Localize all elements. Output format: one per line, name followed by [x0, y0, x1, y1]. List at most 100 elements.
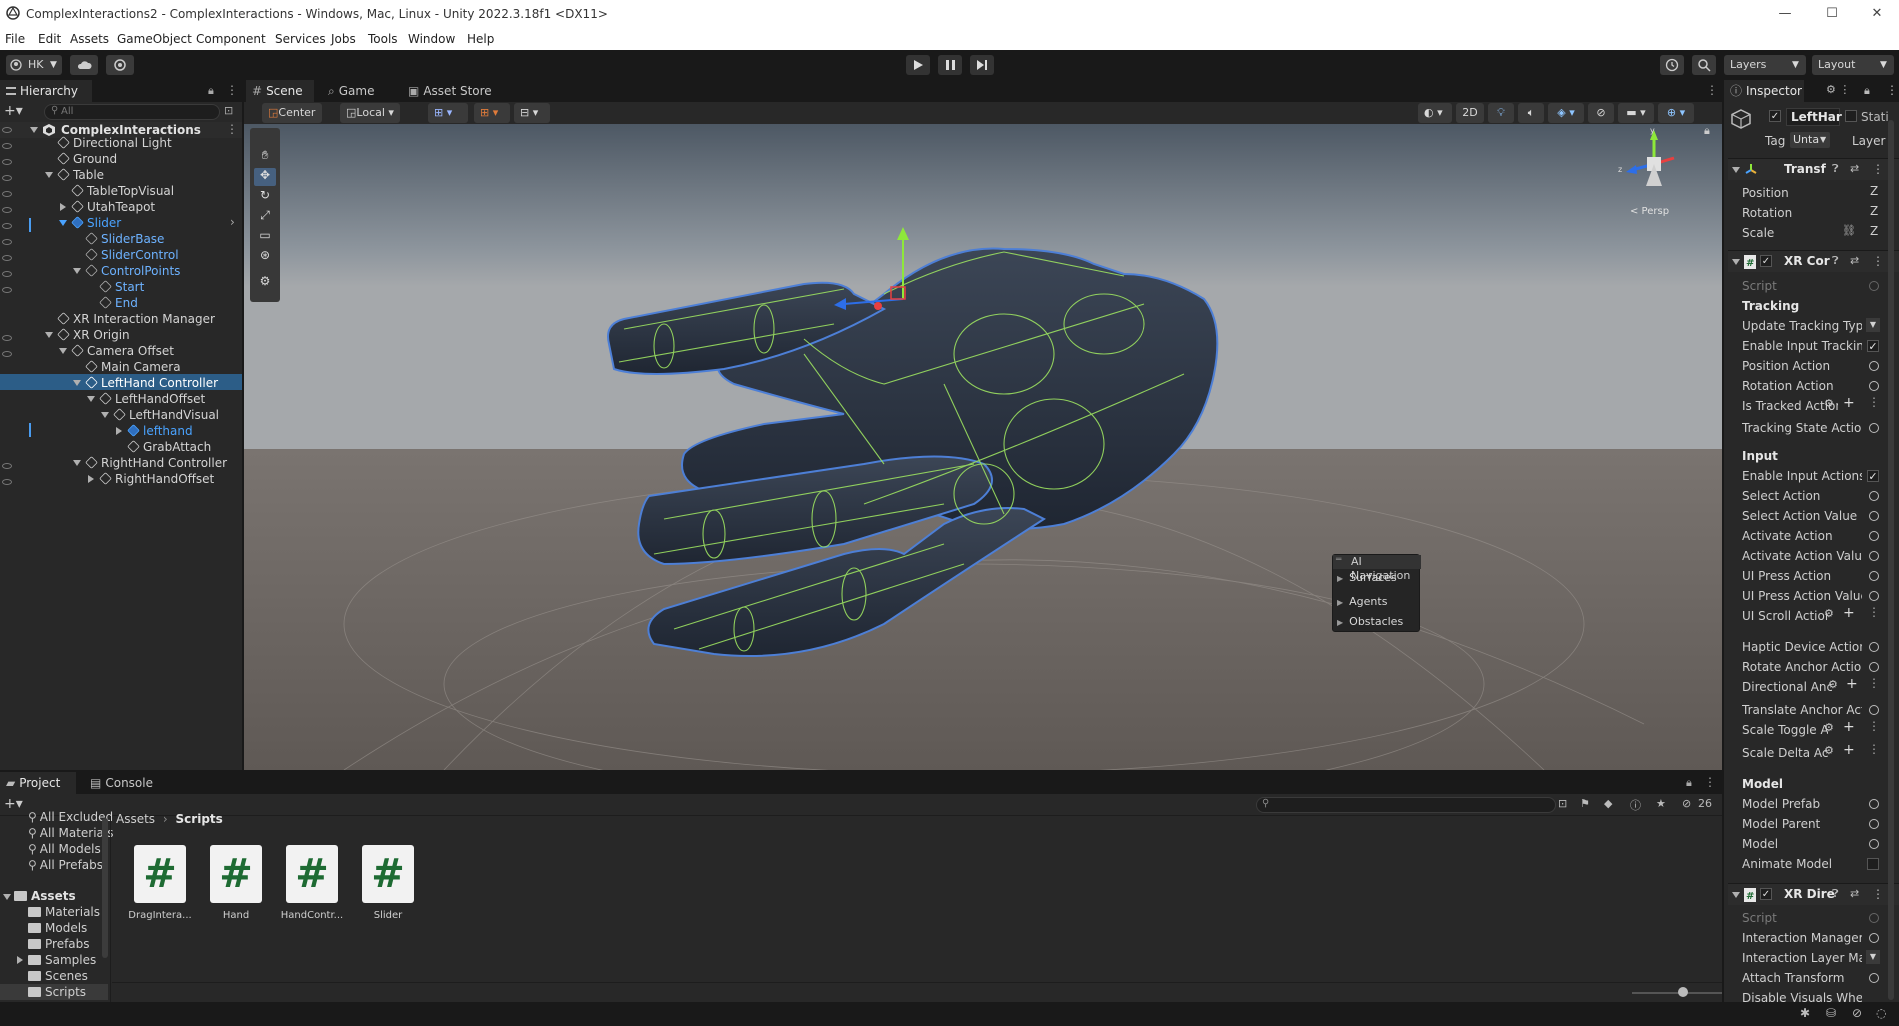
expand-arrow-icon[interactable] [101, 412, 109, 418]
maximize-button[interactable]: ☐ [1812, 2, 1852, 26]
folder-item[interactable]: Scenes [28, 968, 88, 984]
menu-help[interactable]: Help [467, 32, 494, 46]
visibility-eye-icon[interactable] [2, 175, 12, 181]
play-button[interactable] [906, 55, 930, 75]
grid-snap-button[interactable]: ⊞ ▾ [428, 103, 468, 123]
filter-icon[interactable]: ⊡ [224, 104, 233, 117]
audio-toggle[interactable]: 🔈︎ [1518, 103, 1544, 123]
expand-arrow-icon[interactable] [87, 396, 95, 402]
menu-component[interactable]: Component [196, 32, 266, 46]
rotate-tool-icon[interactable]: ↻ [254, 188, 276, 206]
menu-window[interactable]: Window [408, 32, 455, 46]
object-picker-icon[interactable] [1869, 819, 1879, 829]
hierarchy-item[interactable]: XR Origin [57, 327, 130, 343]
menu-edit[interactable]: Edit [38, 32, 61, 46]
info-icon[interactable]: ⓘ [1630, 797, 1641, 813]
menu-gameobject[interactable]: GameObject [117, 32, 192, 46]
object-picker-icon[interactable] [1869, 491, 1879, 501]
object-picker-icon[interactable] [1869, 591, 1879, 601]
script-file-icon[interactable]: # [134, 845, 186, 903]
hierarchy-item[interactable]: ControlPoints [85, 263, 180, 279]
settings-icon[interactable]: ⚙︎ [1828, 678, 1838, 691]
layers-dropdown[interactable]: Layers ▼ [1724, 55, 1806, 75]
more-options-icon[interactable]: ⋮ [1706, 83, 1718, 97]
breadcrumb-item[interactable]: Assets [116, 812, 155, 826]
expand-arrow-icon[interactable] [30, 127, 38, 133]
object-picker-icon[interactable] [1869, 662, 1879, 672]
script-file-icon[interactable]: # [210, 845, 262, 903]
rotation-z-label[interactable]: Z [1870, 204, 1878, 218]
rect-tool-icon[interactable]: ▭ [254, 228, 276, 246]
ai-navigation-item[interactable]: ▶ Surfaces [1337, 571, 1397, 584]
increment-snap-button[interactable]: ⊞ ▾ [474, 103, 510, 123]
visibility-eye-icon[interactable] [2, 143, 12, 149]
camera-dropdown[interactable]: ▬ ▾ [1618, 103, 1654, 123]
pivot-dropdown[interactable]: ◲Center ▾ [262, 103, 322, 139]
folder-item[interactable]: Prefabs [28, 936, 90, 952]
add-icon[interactable]: + [1843, 395, 1855, 411]
progress-icon[interactable]: ◌ [1876, 1006, 1886, 1020]
project-search-input[interactable]: ⚲ [1256, 797, 1556, 813]
xr-controller-header[interactable]: # ✓ XR Cor ❓︎ ⇄ ⋮ [1728, 250, 1899, 272]
gizmos-dropdown[interactable]: ⊕ ▾ [1658, 103, 1694, 123]
hierarchy-item-selected[interactable]: LeftHand Controller [85, 375, 218, 391]
hierarchy-item[interactable]: Table [57, 167, 104, 183]
object-picker-icon[interactable] [1869, 531, 1879, 541]
debug-icon[interactable]: ✱ [1800, 1006, 1810, 1020]
scene-viewport[interactable]: ✋︎ ✥ ↻ ⤢ ▭ ⊛ ⚙︎ y z < Persp 🔒︎ ═ AI Navi… [244, 124, 1722, 770]
ai-navigation-header[interactable]: ═ AI Navigation [1333, 555, 1421, 582]
visibility-eye-icon[interactable] [2, 351, 12, 357]
lock-icon[interactable]: 🔒︎ [1704, 124, 1710, 138]
favorite-search-item[interactable]: ⚲ All Materials [28, 825, 114, 841]
ruler-button[interactable]: ⊟ ▾ [514, 103, 550, 123]
toggle-2d-button[interactable]: 2D [1456, 103, 1484, 123]
collapsed-arrow-icon[interactable] [17, 956, 23, 964]
more-options-icon[interactable]: ⋮ [1868, 395, 1880, 409]
more-options-icon[interactable]: ⋮ [1868, 676, 1880, 690]
lighting-toggle[interactable]: 💡︎ [1488, 103, 1514, 123]
favorite-search-item[interactable]: ⚲ All Prefabs [28, 857, 103, 873]
tag-icon[interactable]: ◆ [1604, 797, 1612, 810]
hierarchy-item[interactable]: SliderControl [85, 247, 179, 263]
favorite-search-item[interactable]: ⚲ All Models [28, 841, 101, 857]
component-enabled-checkbox[interactable]: ✓ [1760, 255, 1772, 267]
lock-icon[interactable]: 🔒︎ [208, 84, 214, 98]
static-checkbox[interactable] [1845, 110, 1857, 122]
animate-model-checkbox[interactable] [1867, 858, 1879, 870]
space-dropdown[interactable]: ◲Local ▾ [340, 103, 400, 123]
menu-assets[interactable]: Assets [70, 32, 109, 46]
visibility-eye-icon[interactable] [2, 207, 12, 213]
more-options-icon[interactable]: ⋮ [226, 122, 238, 136]
position-z-label[interactable]: Z [1870, 184, 1878, 198]
hierarchy-item-prefab[interactable]: lefthand [127, 423, 193, 439]
visibility-eye-icon[interactable] [2, 271, 12, 277]
tab-console[interactable]: ▤ Console [84, 772, 158, 794]
zoom-slider-track[interactable] [1632, 992, 1722, 994]
folder-item-selected[interactable]: Scripts [28, 984, 86, 1000]
help-icon[interactable]: ❓︎ [1832, 254, 1839, 268]
hierarchy-item-prefab[interactable]: Slider [71, 215, 121, 231]
tab-hierarchy[interactable]: Hierarchy [0, 80, 92, 102]
scale-z-label[interactable]: Z [1870, 224, 1878, 238]
ai-navigation-item[interactable]: ▶ Agents [1337, 595, 1387, 608]
hierarchy-item[interactable]: RightHandOffset [99, 471, 214, 487]
visibility-eye-icon[interactable] [2, 463, 12, 469]
shading-dropdown[interactable]: ◐ ▾ [1418, 103, 1452, 123]
expand-arrow-icon[interactable] [1732, 167, 1740, 173]
more-options-icon[interactable]: ⋮ [226, 83, 238, 97]
hierarchy-item[interactable]: TableTopVisual [71, 183, 174, 199]
favorite-star-icon[interactable]: ★ [1656, 797, 1666, 810]
expand-arrow-icon[interactable] [45, 332, 53, 338]
hierarchy-item[interactable]: XR Interaction Manager [57, 311, 215, 327]
lock-icon[interactable]: 🔒︎ [1686, 776, 1692, 790]
help-icon[interactable]: ❓︎ [1832, 887, 1839, 901]
object-name-field[interactable]: LeftHar [1786, 108, 1842, 126]
settings-icon[interactable]: ⚙︎ [1824, 397, 1834, 410]
collapsed-arrow-icon[interactable] [60, 203, 66, 211]
tab-scene[interactable]: # Scene [246, 80, 314, 102]
settings-icon[interactable]: ⚙︎ ⋮ [1826, 83, 1850, 96]
menu-tools[interactable]: Tools [368, 32, 398, 46]
object-picker-icon[interactable] [1869, 423, 1879, 433]
settings-icon[interactable]: ⚙︎ [1824, 607, 1834, 620]
help-icon[interactable]: ❓︎ [1832, 162, 1839, 176]
